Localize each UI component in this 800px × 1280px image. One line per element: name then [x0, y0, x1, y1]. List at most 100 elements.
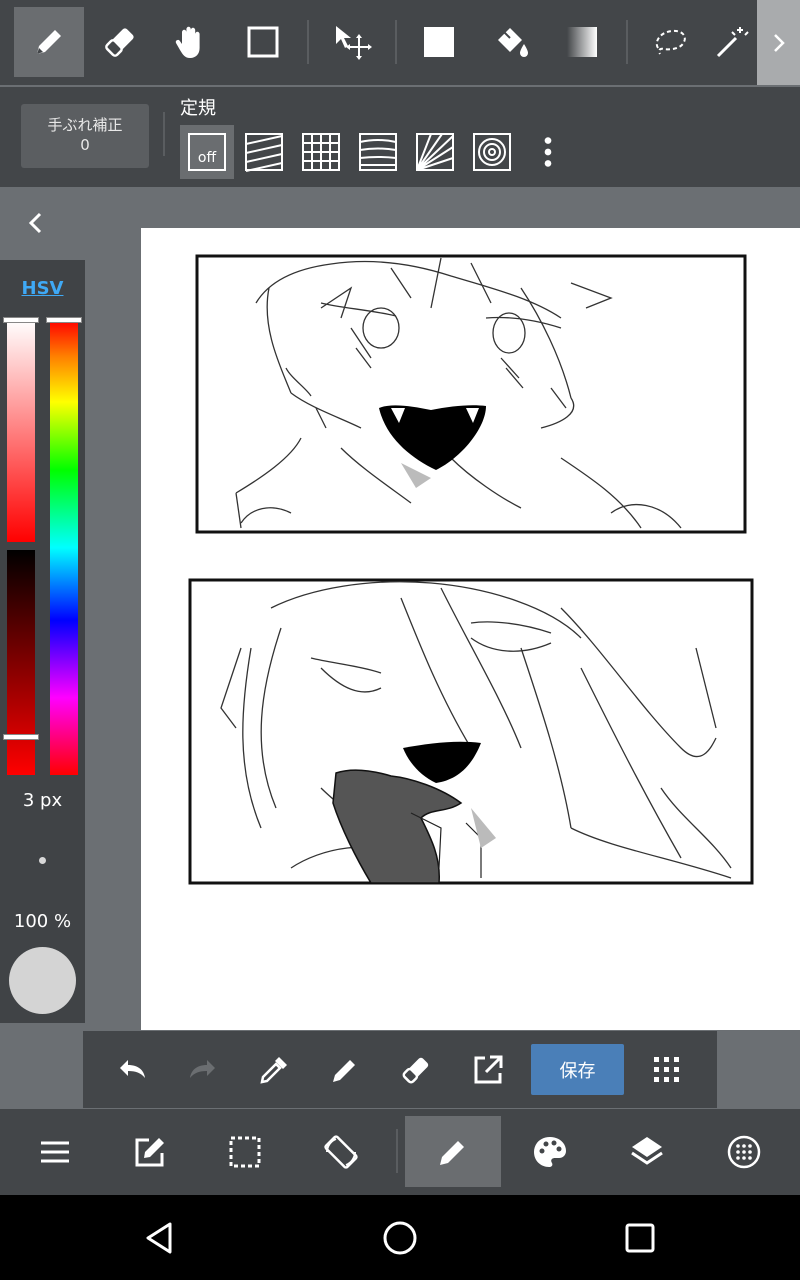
stabilizer-button[interactable]: 手ぶれ補正 0 — [21, 104, 149, 168]
home-circle-icon — [383, 1221, 417, 1255]
quick-eraser-button[interactable] — [395, 1049, 437, 1091]
brush-button[interactable] — [405, 1116, 501, 1187]
hamburger-menu-icon — [41, 1141, 69, 1162]
save-button[interactable]: 保存 — [531, 1044, 624, 1095]
ruler-horizontal-button[interactable] — [351, 125, 405, 179]
color-mode-toggle[interactable]: HSV — [0, 278, 85, 299]
ruler-radial-lines-icon — [416, 133, 454, 171]
eyedropper-button[interactable] — [253, 1049, 295, 1091]
layers-button[interactable] — [599, 1116, 695, 1187]
toolbar-divider — [626, 20, 628, 64]
redo-button[interactable] — [182, 1049, 224, 1091]
gradient-tool-button[interactable] — [547, 7, 617, 77]
undo-icon — [120, 1060, 145, 1078]
opacity-label[interactable]: 100 % — [0, 911, 85, 932]
rotate-screen-icon — [324, 1134, 358, 1169]
quick-pen-button[interactable] — [324, 1049, 366, 1091]
ruler-label: 定規 — [180, 98, 216, 119]
bucket-tool-button[interactable] — [475, 7, 545, 77]
layers-icon — [631, 1136, 663, 1165]
saturation-slider[interactable] — [7, 320, 35, 542]
value-slider[interactable] — [7, 550, 35, 775]
quick-menu-button[interactable] — [646, 1049, 688, 1091]
brush-size-preview — [39, 857, 46, 864]
toolbar-divider — [395, 20, 397, 64]
ruler-concentric-button[interactable] — [465, 125, 519, 179]
gradient-icon — [567, 27, 597, 57]
more-tools-button[interactable] — [757, 0, 800, 85]
system-nav-bar — [0, 1195, 800, 1280]
lasso-icon — [655, 29, 686, 55]
ruler-diagonal-lines-icon — [245, 133, 283, 172]
pen-tool-button[interactable] — [14, 7, 84, 77]
hue-slider[interactable] — [50, 320, 78, 775]
bottom-toolbar — [0, 1109, 800, 1195]
ruler-off-button[interactable]: off — [180, 125, 234, 179]
ruler-radial-button[interactable] — [408, 125, 462, 179]
stabilizer-value: 0 — [80, 136, 90, 154]
color-palette-button[interactable] — [502, 1116, 598, 1187]
bucket-icon — [498, 28, 528, 57]
value-slider-handle[interactable] — [3, 734, 39, 740]
saturation-slider-handle[interactable] — [3, 317, 39, 323]
magic-wand-icon — [716, 27, 749, 58]
magic-wand-tool-button[interactable] — [706, 7, 757, 77]
shape-tool-button[interactable] — [228, 7, 298, 77]
ruler-horizontal-lines-icon — [359, 133, 397, 171]
pen-icon — [333, 1060, 355, 1082]
ruler-concentric-icon — [473, 133, 511, 171]
nav-back-button[interactable] — [135, 1213, 185, 1263]
eyedropper-icon — [260, 1057, 287, 1084]
brush-size-label[interactable]: 3 px — [0, 790, 85, 811]
pen-icon — [440, 1140, 464, 1165]
collapse-panel-icon[interactable] — [22, 208, 50, 238]
main-menu-button[interactable] — [7, 1116, 103, 1187]
lasso-tool-button[interactable] — [635, 7, 705, 77]
drawing-canvas[interactable] — [141, 228, 800, 1030]
current-color-swatch[interactable] — [9, 947, 76, 1014]
toolbar-divider — [396, 1129, 398, 1173]
edit-button[interactable] — [102, 1116, 198, 1187]
eraser-tool-button[interactable] — [85, 7, 155, 77]
grid-icon — [302, 133, 340, 171]
export-button[interactable] — [467, 1049, 509, 1091]
manga-sketch-artwork — [188, 254, 754, 885]
ruler-off-icon: off — [188, 133, 226, 171]
edit-icon — [135, 1137, 164, 1166]
hand-icon — [175, 26, 200, 58]
toolbar-divider — [307, 20, 309, 64]
move-tool-button[interactable] — [317, 7, 387, 77]
nav-home-button[interactable] — [375, 1213, 425, 1263]
move-icon — [336, 26, 372, 60]
pen-icon — [37, 30, 61, 54]
sub-toolbar: 手ぶれ補正 0 定規 off — [0, 87, 800, 187]
ruler-grid-button[interactable] — [294, 125, 348, 179]
top-toolbar — [0, 0, 800, 85]
stabilizer-label: 手ぶれ補正 — [47, 116, 123, 134]
chevron-right-icon — [773, 33, 785, 52]
more-vertical-icon — [544, 137, 552, 167]
color-panel: HSV 3 px 100 % — [0, 260, 85, 1023]
redo-icon — [190, 1060, 215, 1078]
ruler-off-text: off — [198, 150, 217, 166]
dotted-circle-icon — [727, 1135, 761, 1168]
square-outline-icon — [247, 26, 279, 58]
undo-button[interactable] — [111, 1049, 153, 1091]
ruler-more-button[interactable] — [528, 125, 568, 179]
hue-slider-handle[interactable] — [46, 317, 82, 323]
selection-icon — [229, 1136, 261, 1167]
quick-action-bar: 保存 — [83, 1031, 717, 1108]
recents-square-icon — [625, 1223, 655, 1253]
ruler-parallel-button[interactable] — [237, 125, 291, 179]
nav-recents-button[interactable] — [615, 1213, 665, 1263]
square-fill-icon — [424, 27, 454, 57]
palette-icon — [534, 1136, 566, 1167]
selection-button[interactable] — [197, 1116, 293, 1187]
back-triangle-icon — [146, 1222, 172, 1254]
open-external-icon — [474, 1055, 503, 1084]
hand-tool-button[interactable] — [156, 7, 226, 77]
canvas-settings-button[interactable] — [696, 1116, 792, 1187]
fill-rect-tool-button[interactable] — [404, 7, 474, 77]
eraser-icon — [402, 1057, 429, 1084]
rotate-button[interactable] — [293, 1116, 389, 1187]
